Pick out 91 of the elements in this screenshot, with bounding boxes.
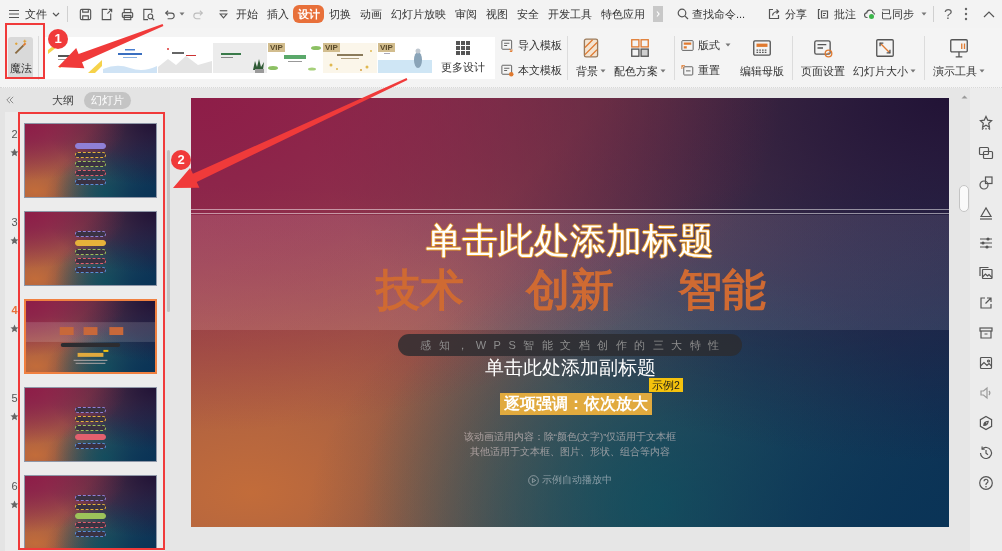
page-setup-button[interactable]: 页面设置 xyxy=(798,36,848,79)
ribbon-tab[interactable]: 审阅 xyxy=(450,5,481,23)
archive-icon[interactable] xyxy=(978,325,994,341)
sliders-icon[interactable] xyxy=(978,235,994,251)
caret-icon xyxy=(52,11,60,17)
note-icon xyxy=(817,8,829,20)
ribbon-tab[interactable]: 特色应用 xyxy=(596,5,649,23)
slide-number: 5 xyxy=(11,392,18,404)
layout-icon xyxy=(680,37,695,53)
sync-button[interactable]: 已同步 xyxy=(864,6,927,22)
copy-icon[interactable] xyxy=(978,145,994,161)
color-grid-icon xyxy=(629,36,651,59)
import-template-button[interactable]: 导入模板 xyxy=(500,35,562,55)
print-icon[interactable] xyxy=(120,6,135,22)
history-icon[interactable] xyxy=(978,445,994,461)
search-field[interactable]: 查找命令... xyxy=(692,8,754,20)
magic-button[interactable]: 魔法 xyxy=(8,36,33,79)
share-icon xyxy=(768,8,780,20)
vip-badge: VIP xyxy=(323,42,340,52)
print-preview-icon[interactable] xyxy=(141,6,156,22)
template-preview-drawing[interactable] xyxy=(323,42,377,73)
chevron-right-icon xyxy=(656,11,660,17)
ribbon-tab[interactable]: 插入 xyxy=(262,5,293,23)
slide-number: 2 xyxy=(11,128,18,140)
slide-number: 3 xyxy=(11,216,18,228)
hexagon-leaf-icon[interactable] xyxy=(978,415,994,431)
star-icon[interactable] xyxy=(978,115,994,131)
more-icon[interactable] xyxy=(964,7,969,21)
scrollbar-thumb[interactable] xyxy=(959,185,969,212)
wand-icon xyxy=(12,39,29,56)
annotation-box xyxy=(5,23,45,79)
slide-title[interactable]: 单击此处添加标题 xyxy=(426,219,714,263)
ribbon-tab[interactable]: 安全 xyxy=(512,5,543,23)
export-icon[interactable] xyxy=(978,295,994,311)
comment-button[interactable]: 批注 xyxy=(817,6,856,22)
triangle-icon[interactable] xyxy=(978,205,994,221)
more-designs-button[interactable]: 更多设计 xyxy=(441,40,485,75)
playback-status: 示例自动播放中 xyxy=(542,474,612,486)
ribbon-tab[interactable]: 动画 xyxy=(355,5,386,23)
shapes-icon[interactable] xyxy=(978,175,994,191)
cloud-check-icon xyxy=(864,8,876,20)
layout-button[interactable]: 版式 xyxy=(680,35,731,55)
ribbon-tab[interactable]: 幻灯片放映 xyxy=(386,5,450,23)
help-button[interactable]: ? xyxy=(944,5,953,23)
slide-number: 4 xyxy=(11,304,18,316)
edit-master-button[interactable]: 编辑母版 xyxy=(737,36,787,79)
vip-badge: VIP xyxy=(268,42,285,52)
ribbon-tab[interactable]: 切换 xyxy=(324,5,355,23)
document-badge-icon xyxy=(500,62,515,78)
chevron-up-icon[interactable] xyxy=(983,10,996,18)
search-icon xyxy=(677,8,689,20)
caret-icon[interactable] xyxy=(179,12,185,16)
slide-thumbnail[interactable] xyxy=(24,211,157,286)
vip-badge: VIP xyxy=(378,42,395,52)
slide-thumbnail[interactable] xyxy=(24,475,157,550)
play-circle-icon xyxy=(528,474,539,486)
ribbon-tab[interactable]: 开发工具 xyxy=(543,5,596,23)
help-icon[interactable] xyxy=(978,475,994,491)
collapse-panel-icon[interactable] xyxy=(6,96,14,104)
grid-icon xyxy=(456,40,470,55)
picture-icon[interactable] xyxy=(978,355,994,371)
background-word: 创新 xyxy=(524,265,615,315)
share-button[interactable]: 分享 xyxy=(768,6,807,22)
slide-thumbnail[interactable] xyxy=(24,387,157,462)
emphasis-banner: 逐项强调：依次放大 xyxy=(500,393,652,415)
presentation-screen-icon xyxy=(948,36,970,59)
file-menu-button[interactable]: 文件 xyxy=(8,6,60,22)
presentation-tools-button[interactable]: 演示工具 xyxy=(930,36,988,79)
color-scheme-button[interactable]: 配色方案 xyxy=(611,36,669,79)
reset-button[interactable]: 重置 xyxy=(680,60,731,80)
images-icon[interactable] xyxy=(978,265,994,281)
save-icon[interactable] xyxy=(78,6,93,22)
panel-tab[interactable]: 大纲 xyxy=(50,91,76,109)
slide-thumbnail[interactable] xyxy=(24,123,157,198)
template-preview-drawing[interactable] xyxy=(213,42,267,73)
background-word: 智能 xyxy=(677,265,767,315)
ribbon-tab[interactable]: 开始 xyxy=(231,5,262,23)
background-button[interactable]: 背景 xyxy=(573,36,609,79)
note-text: 其他适用于文本框、图片、形状、组合等内容 xyxy=(470,446,670,458)
slide-number: 6 xyxy=(11,480,18,492)
text-template-button[interactable]: 本文模板 xyxy=(500,60,562,80)
resize-frame-icon xyxy=(873,36,896,59)
reset-icon xyxy=(680,62,695,78)
slide-size-button[interactable]: 幻灯片大小 xyxy=(850,36,919,79)
slide-subtitle[interactable]: 单击此处添加副标题 xyxy=(484,357,656,379)
menu-icon xyxy=(8,8,20,20)
example-tag: 示例2 xyxy=(649,378,683,392)
note-text: 该动画适用内容：除“颜色(文字)”仅适用于文本框 xyxy=(463,431,677,443)
scrollbar-thumb[interactable] xyxy=(167,150,170,312)
export-icon[interactable] xyxy=(99,6,114,22)
ribbon-tab[interactable]: 视图 xyxy=(481,5,512,23)
